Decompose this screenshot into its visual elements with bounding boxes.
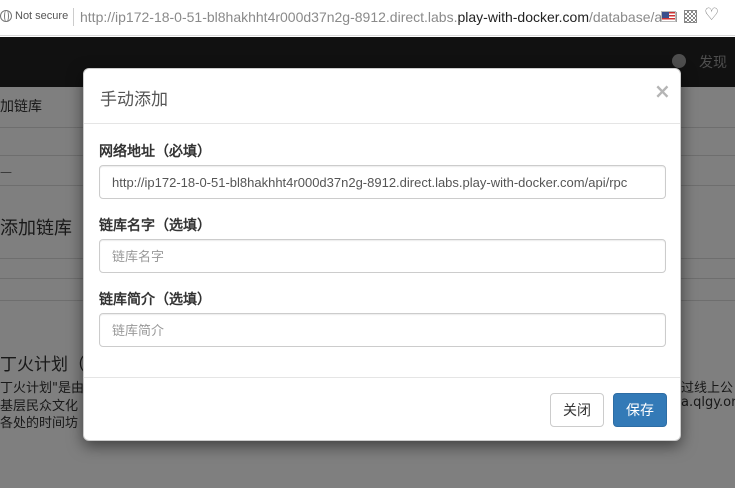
modal-title: 手动添加 — [100, 90, 168, 110]
qr-code-icon[interactable] — [684, 10, 697, 23]
modal-header: 手动添加 × — [84, 69, 680, 124]
add-chain-modal: 手动添加 × 网络地址（必填） 链库名字（选填） 链库简介（选填） 关闭 保存 — [83, 68, 681, 441]
url-input[interactable] — [99, 165, 666, 199]
globe-icon — [0, 10, 12, 22]
address-separator — [73, 8, 74, 26]
close-icon[interactable]: × — [654, 81, 671, 101]
url-text[interactable]: http://ip172-18-0-51-bl8hakhht4r000d37n2… — [80, 9, 678, 25]
modal-footer-divider — [84, 377, 680, 378]
close-button[interactable]: 关闭 — [550, 393, 604, 427]
name-field-label: 链库名字（选填） — [99, 218, 211, 234]
name-input[interactable] — [99, 239, 666, 273]
url-prefix: http://ip172-18-0-51-bl8hakhht4r000d37n2… — [80, 9, 458, 25]
flag-icon[interactable] — [661, 11, 676, 22]
save-button[interactable]: 保存 — [613, 393, 667, 427]
address-bar[interactable]: Not secure http://ip172-18-0-51-bl8hakhh… — [0, 0, 735, 36]
url-field-label: 网络地址（必填） — [99, 144, 211, 160]
description-input[interactable] — [99, 313, 666, 347]
description-field-label: 链库简介（选填） — [99, 292, 211, 308]
heart-icon[interactable]: ♡ — [704, 7, 719, 24]
url-host: play-with-docker.com — [457, 9, 590, 25]
security-label[interactable]: Not secure — [15, 10, 68, 22]
